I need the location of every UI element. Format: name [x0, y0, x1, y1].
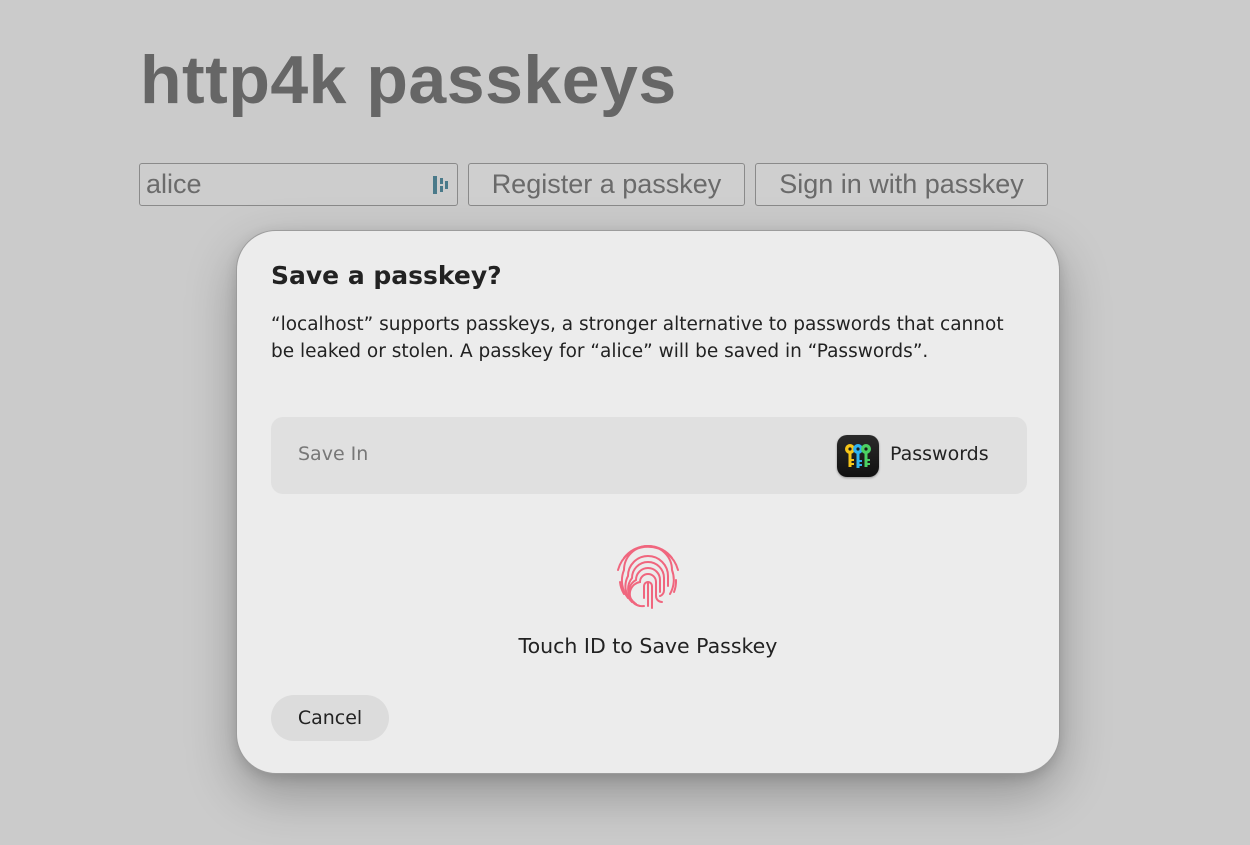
passwords-app-icon: [837, 435, 879, 477]
password-manager-icon[interactable]: [432, 174, 450, 196]
cancel-button[interactable]: Cancel: [271, 695, 389, 741]
signin-passkey-button[interactable]: Sign in with passkey: [755, 163, 1048, 206]
fingerprint-icon[interactable]: [610, 536, 686, 612]
save-in-selector[interactable]: Save In Passwords: [271, 417, 1027, 494]
save-in-app-name: Passwords: [890, 443, 989, 465]
save-passkey-dialog: Save a passkey? “localhost” supports pas…: [236, 230, 1060, 774]
username-input[interactable]: [140, 164, 420, 205]
username-field[interactable]: [139, 163, 458, 206]
passkey-form: Register a passkey Sign in with passkey: [139, 163, 1048, 206]
page-title: http4k passkeys: [140, 42, 677, 118]
dialog-message: “localhost” supports passkeys, a stronge…: [271, 314, 1004, 362]
save-in-label: Save In: [298, 443, 369, 465]
dialog-title: Save a passkey?: [271, 261, 502, 290]
touch-id-label: Touch ID to Save Passkey: [518, 634, 778, 658]
register-passkey-button[interactable]: Register a passkey: [468, 163, 745, 206]
